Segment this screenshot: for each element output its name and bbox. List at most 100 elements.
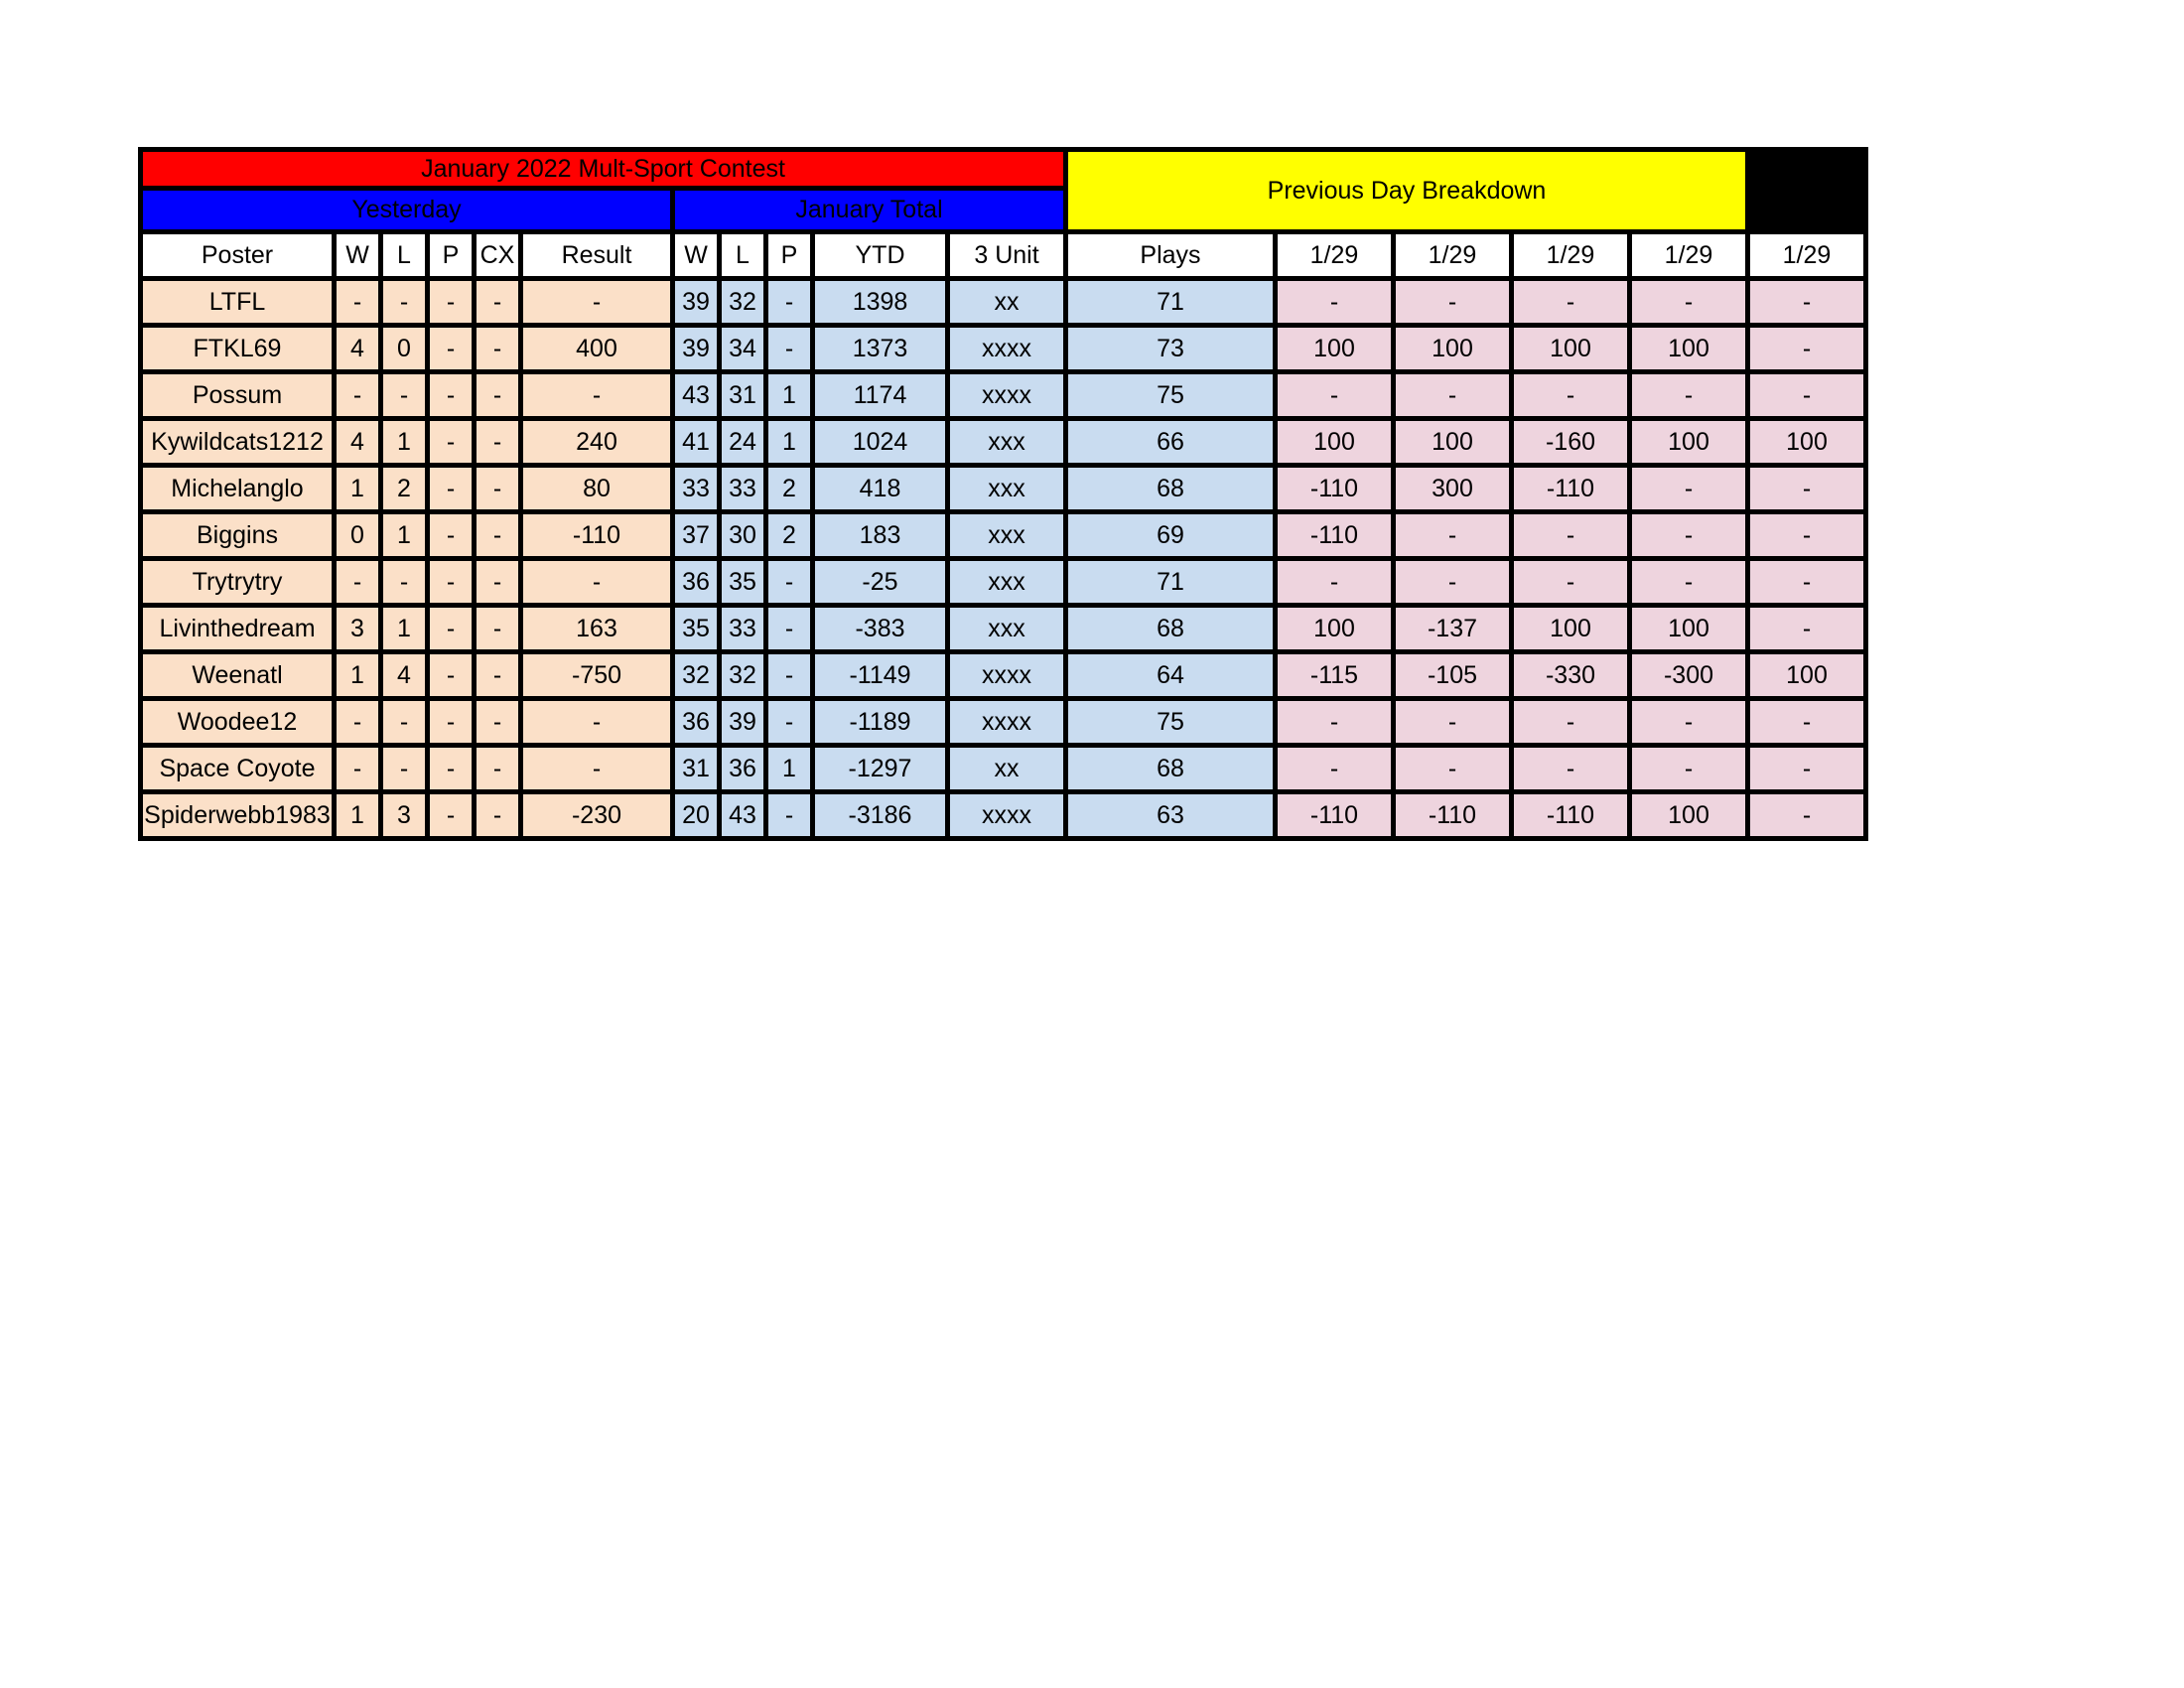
breakdown-cell: -110: [1514, 468, 1632, 514]
breakdown-cell: -: [1750, 328, 1868, 374]
january-total-cell: 1: [768, 421, 815, 468]
yesterday-cell: -: [477, 514, 523, 561]
january-total-cell: xxxx: [950, 328, 1068, 374]
column-header-january-total-1: L: [722, 234, 768, 281]
breakdown-cell: -: [1750, 608, 1868, 654]
breakdown-cell: -: [1750, 748, 1868, 794]
breakdown-cell: -330: [1514, 654, 1632, 701]
january-total-cell: 43: [722, 794, 768, 841]
january-total-cell: 43: [675, 374, 722, 421]
poster-name-cell: Livinthedream: [138, 608, 337, 654]
yesterday-cell: -: [523, 561, 675, 608]
yesterday-cell: 80: [523, 468, 675, 514]
yesterday-cell: -: [337, 374, 383, 421]
breakdown-cell: -: [1632, 374, 1750, 421]
breakdown-cell: -110: [1514, 794, 1632, 841]
yesterday-cell: -: [477, 468, 523, 514]
january-total-cell: -: [768, 608, 815, 654]
breakdown-cell: -: [1278, 374, 1396, 421]
yesterday-cell: -: [477, 374, 523, 421]
january-total-cell: xxx: [950, 608, 1068, 654]
column-header-breakdown-1: 1/29: [1396, 234, 1514, 281]
january-total-cell: 68: [1068, 748, 1278, 794]
breakdown-cell: -: [1278, 748, 1396, 794]
breakdown-cell: -: [1514, 561, 1632, 608]
yesterday-cell: 3: [337, 608, 383, 654]
breakdown-cell: -160: [1514, 421, 1632, 468]
january-total-cell: xxx: [950, 514, 1068, 561]
january-total-cell: xx: [950, 281, 1068, 328]
january-total-cell: 68: [1068, 608, 1278, 654]
yesterday-cell: -: [523, 281, 675, 328]
yesterday-cell: 4: [383, 654, 430, 701]
january-total-cell: 71: [1068, 561, 1278, 608]
january-total-cell: -3186: [815, 794, 950, 841]
january-total-cell: 1024: [815, 421, 950, 468]
yesterday-cell: -750: [523, 654, 675, 701]
yesterday-cell: 0: [337, 514, 383, 561]
yesterday-cell: -: [430, 328, 477, 374]
january-total-cell: xxx: [950, 468, 1068, 514]
column-header-january-total-4: 3 Unit: [950, 234, 1068, 281]
poster-name-cell: Trytrytry: [138, 561, 337, 608]
poster-name-cell: Possum: [138, 374, 337, 421]
yesterday-cell: 1: [383, 608, 430, 654]
yesterday-cell: -: [477, 608, 523, 654]
breakdown-cell: 100: [1750, 421, 1868, 468]
poster-name-cell: LTFL: [138, 281, 337, 328]
yesterday-cell: -: [430, 374, 477, 421]
yesterday-cell: 3: [383, 794, 430, 841]
breakdown-cell: -: [1514, 701, 1632, 748]
yesterday-cell: -: [430, 654, 477, 701]
yesterday-cell: -: [430, 281, 477, 328]
yesterday-cell: -: [430, 748, 477, 794]
january-total-cell: -1189: [815, 701, 950, 748]
breakdown-cell: -115: [1278, 654, 1396, 701]
column-header-yesterday-4: Result: [523, 234, 675, 281]
january-total-cell: 39: [675, 328, 722, 374]
yesterday-cell: 1: [337, 468, 383, 514]
january-total-cell: 34: [722, 328, 768, 374]
breakdown-cell: 100: [1514, 328, 1632, 374]
yesterday-cell: -: [477, 421, 523, 468]
yesterday-cell: -: [430, 701, 477, 748]
january-total-cell: xxxx: [950, 701, 1068, 748]
breakdown-cell: -: [1632, 701, 1750, 748]
january-total-cell: xx: [950, 748, 1068, 794]
table-row: Weenatl 1 4- - -750 32 32- -1149 xxxx 64 -115 -105-…: [138, 654, 1868, 701]
january-total-cell: -: [768, 328, 815, 374]
column-header-yesterday-1: L: [383, 234, 430, 281]
breakdown-cell: -: [1750, 468, 1868, 514]
breakdown-cell: -: [1396, 701, 1514, 748]
column-header-yesterday-2: P: [430, 234, 477, 281]
january-total-cell: 418: [815, 468, 950, 514]
yesterday-cell: -: [430, 561, 477, 608]
column-header-yesterday-0: W: [337, 234, 383, 281]
breakdown-cell: 100: [1750, 654, 1868, 701]
breakdown-cell: -: [1750, 701, 1868, 748]
january-total-cell: 71: [1068, 281, 1278, 328]
breakdown-cell: -: [1750, 561, 1868, 608]
yesterday-cell: 1: [383, 514, 430, 561]
yesterday-cell: -: [383, 701, 430, 748]
breakdown-cell: 300: [1396, 468, 1514, 514]
january-total-cell: -: [768, 701, 815, 748]
breakdown-cell: -: [1632, 561, 1750, 608]
breakdown-cell: -: [1632, 514, 1750, 561]
yesterday-cell: 4: [337, 421, 383, 468]
column-header-breakdown-4: 1/29: [1750, 234, 1868, 281]
january-total-cell: -1297: [815, 748, 950, 794]
january-total-cell: 1174: [815, 374, 950, 421]
january-total-cell: 32: [675, 654, 722, 701]
january-total-cell: 1: [768, 748, 815, 794]
previous-day-breakdown-header: Previous Day Breakdown: [1068, 147, 1750, 234]
breakdown-cell: -: [1278, 281, 1396, 328]
yesterday-cell: 2: [383, 468, 430, 514]
january-total-group-header: January Total: [675, 191, 1068, 234]
breakdown-cell: -110: [1278, 514, 1396, 561]
january-total-cell: xxxx: [950, 374, 1068, 421]
yesterday-cell: 1: [337, 794, 383, 841]
yesterday-cell: -: [477, 748, 523, 794]
poster-name-cell: FTKL69: [138, 328, 337, 374]
breakdown-cell: -110: [1278, 468, 1396, 514]
